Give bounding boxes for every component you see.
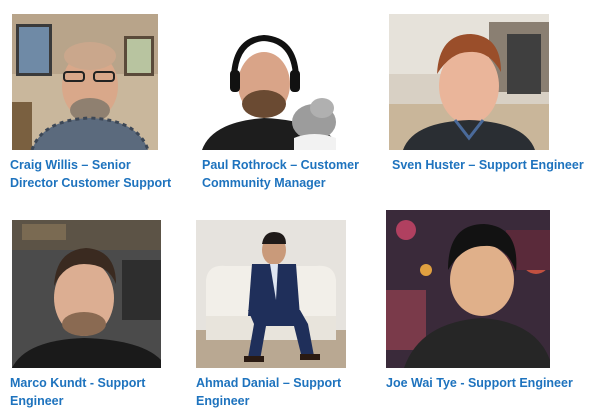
team-member-name-line2: Community Manager bbox=[202, 176, 326, 190]
team-member-photo bbox=[202, 34, 336, 150]
team-member-caption: Sven Huster – Support Engineer bbox=[392, 156, 584, 174]
team-member-photo bbox=[386, 210, 550, 368]
team-member-caption: Craig Willis – Senior Director Customer … bbox=[10, 156, 171, 192]
team-member-name-line1: Sven Huster – Support Engineer bbox=[392, 158, 584, 172]
team-member-caption: Paul Rothrock – Customer Community Manag… bbox=[202, 156, 359, 192]
team-member-name-line2: Director Customer Support bbox=[10, 176, 172, 190]
team-member-name-line2: Engineer bbox=[196, 394, 250, 408]
team-member-caption: Ahmad Danial – Support Engineer bbox=[196, 374, 341, 410]
team-member-photo bbox=[196, 220, 346, 368]
team-member-name-line1: Marco Kundt - Support bbox=[10, 376, 146, 390]
team-member-photo bbox=[389, 14, 549, 150]
team-member-caption: Joe Wai Tye - Support Engineer bbox=[386, 374, 573, 392]
team-member-name-line1: Craig Willis – Senior bbox=[10, 158, 131, 172]
team-member-photo bbox=[12, 220, 161, 368]
team-member-photo bbox=[12, 14, 158, 150]
team-member-caption: Marco Kundt - Support Engineer bbox=[10, 374, 145, 410]
team-member-name-line1: Ahmad Danial – Support bbox=[196, 376, 342, 390]
team-member-name-line1: Paul Rothrock – Customer bbox=[202, 158, 359, 172]
team-member-name-line1: Joe Wai Tye - Support Engineer bbox=[386, 376, 573, 390]
team-member-name-line2: Engineer bbox=[10, 394, 64, 408]
